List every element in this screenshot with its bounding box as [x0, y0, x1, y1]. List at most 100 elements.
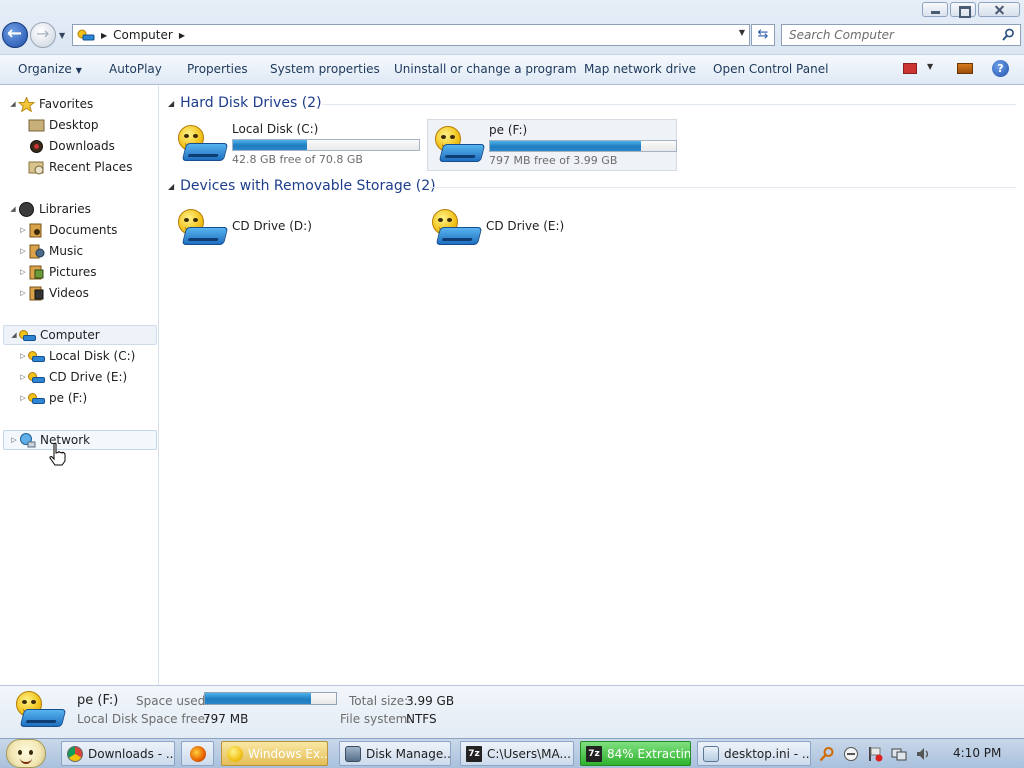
videos-icon	[28, 286, 45, 301]
refresh-button[interactable]: ⇆	[751, 24, 775, 46]
open-control-panel-button[interactable]: Open Control Panel	[713, 62, 828, 76]
sidebar-item-label: Computer	[40, 328, 100, 342]
group-header-removable-storage[interactable]: ◢ Devices with Removable Storage (2)	[168, 178, 436, 194]
organize-button[interactable]: Organize ▼	[18, 62, 82, 76]
drive-icon	[28, 349, 45, 364]
group-header-hard-disk-drives[interactable]: ◢ Hard Disk Drives (2)	[168, 95, 322, 111]
taskbar-item-7zip-extracting[interactable]: 7z 84% Extractin...	[580, 741, 691, 766]
group-divider	[430, 187, 1016, 188]
sidebar-item-downloads[interactable]: Downloads	[18, 136, 115, 156]
expand-arrow-icon[interactable]: ▷	[18, 226, 28, 234]
organize-label: Organize	[18, 62, 72, 76]
sidebar-item-label: Local Disk (C:)	[49, 349, 136, 363]
collapse-arrow-icon[interactable]: ◢	[8, 205, 18, 213]
autoplay-button[interactable]: AutoPlay	[109, 62, 162, 76]
drive-icon	[433, 126, 486, 168]
sidebar-item-desktop[interactable]: Desktop	[18, 115, 99, 135]
sidebar-item-favorites[interactable]: ◢ Favorites	[8, 94, 93, 114]
search-icon[interactable]	[1002, 28, 1015, 41]
taskbar-item-windows-explorer[interactable]: Windows Ex...	[221, 741, 328, 766]
volume-icon[interactable]	[915, 746, 931, 762]
sidebar-item-documents[interactable]: ▷ Documents	[18, 220, 117, 240]
close-button[interactable]	[978, 2, 1020, 17]
sidebar-item-videos[interactable]: ▷ Videos	[18, 283, 89, 303]
forward-button[interactable]	[30, 22, 56, 48]
sidebar-item-computer[interactable]: ◢ Computer	[3, 325, 157, 345]
sidebar-item-local-disk-c[interactable]: ▷ Local Disk (C:)	[18, 346, 135, 366]
recent-pages-dropdown[interactable]: ▼	[59, 31, 65, 40]
hand-cursor-icon	[49, 443, 66, 466]
drive-tile-cd-drive-d[interactable]: CD Drive (D:)	[171, 203, 421, 255]
back-button[interactable]	[2, 22, 28, 48]
sidebar-item-cd-drive-e[interactable]: ▷ CD Drive (E:)	[18, 367, 127, 387]
taskbar-item-7zip-folder[interactable]: 7z C:\Users\MA...	[460, 741, 574, 766]
help-icon[interactable]: ?	[992, 60, 1009, 77]
minimize-button[interactable]	[922, 2, 948, 17]
taskbar-item-desktop-ini[interactable]: desktop.ini - ...	[697, 741, 811, 766]
start-button[interactable]	[6, 739, 46, 768]
collapse-arrow-icon[interactable]: ◢	[8, 100, 18, 108]
taskbar-item-firefox[interactable]	[181, 741, 214, 766]
properties-button[interactable]: Properties	[187, 62, 248, 76]
notepad-icon	[703, 745, 719, 762]
sidebar-item-label: Libraries	[39, 202, 91, 216]
taskbar-item-downloads[interactable]: Downloads - ...	[61, 741, 175, 766]
sidebar-item-label: pe (F:)	[49, 391, 88, 405]
collapse-arrow-icon[interactable]: ◢	[9, 331, 19, 339]
uninstall-program-button[interactable]: Uninstall or change a program	[394, 62, 577, 76]
breadcrumb-computer[interactable]: Computer	[113, 28, 173, 42]
expand-arrow-icon[interactable]: ▷	[18, 352, 28, 360]
drive-name: pe (F:)	[489, 123, 528, 137]
drive-tile-cd-drive-e[interactable]: CD Drive (E:)	[425, 203, 675, 255]
collapse-arrow-icon[interactable]: ◢	[168, 99, 174, 108]
address-bar[interactable]: ▶ Computer ▶ ▼	[72, 24, 750, 46]
sidebar-item-libraries[interactable]: ◢ Libraries	[8, 199, 91, 219]
space-used-label: Space used:	[136, 694, 210, 708]
expand-arrow-icon[interactable]: ▷	[18, 373, 28, 381]
breadcrumb-arrow-icon[interactable]: ▶	[101, 31, 107, 40]
sidebar-item-recent-places[interactable]: Recent Places	[18, 157, 132, 177]
search-input[interactable]	[782, 25, 992, 45]
change-view-icon[interactable]	[903, 63, 917, 74]
clock[interactable]: 4:10 PM	[953, 746, 1001, 760]
maximize-button[interactable]	[950, 2, 976, 18]
drive-icon	[28, 370, 45, 385]
drive-usage-bar	[489, 140, 677, 152]
search-tray-icon[interactable]	[819, 746, 835, 762]
expand-arrow-icon[interactable]: ▷	[18, 289, 28, 297]
chrome-icon	[67, 745, 83, 762]
expand-arrow-icon[interactable]: ▷	[18, 394, 28, 402]
drive-tile-pe-f[interactable]: pe (F:) 797 MB free of 3.99 GB	[427, 119, 677, 171]
taskbar-item-label: desktop.ini - ...	[724, 746, 811, 761]
libraries-icon	[18, 201, 35, 217]
taskbar-item-label: Disk Manage...	[366, 746, 451, 761]
network-tray-icon[interactable]	[891, 746, 907, 762]
taskbar-item-disk-management[interactable]: Disk Manage...	[339, 741, 451, 766]
preview-pane-icon[interactable]	[957, 63, 973, 74]
drive-tile-local-disk-c[interactable]: Local Disk (C:) 42.8 GB free of 70.8 GB	[171, 119, 421, 171]
group-divider	[322, 104, 1016, 105]
sidebar-item-label: Music	[49, 244, 84, 258]
desktop-icon	[28, 118, 45, 133]
sidebar-item-pe-f[interactable]: ▷ pe (F:)	[18, 388, 87, 408]
sidebar-item-pictures[interactable]: ▷ Pictures	[18, 262, 97, 282]
expand-arrow-icon[interactable]: ▷	[9, 436, 19, 444]
details-usage-fill	[205, 693, 312, 704]
expand-arrow-icon[interactable]: ▷	[18, 268, 28, 276]
breadcrumb-arrow-icon[interactable]: ▶	[179, 31, 185, 40]
view-dropdown-icon[interactable]: ▼	[927, 62, 933, 71]
collapse-arrow-icon[interactable]: ◢	[168, 182, 174, 191]
address-dropdown-icon[interactable]: ▼	[739, 28, 745, 37]
sidebar-item-network[interactable]: ▷ Network	[3, 430, 157, 450]
action-center-icon[interactable]	[843, 746, 859, 762]
map-network-drive-button[interactable]: Map network drive	[584, 62, 696, 76]
taskbar-item-label: 84% Extractin...	[607, 746, 691, 761]
flag-warning-icon[interactable]	[867, 746, 883, 762]
expand-arrow-icon[interactable]: ▷	[18, 247, 28, 255]
drive-icon	[176, 209, 229, 251]
system-properties-button[interactable]: System properties	[270, 62, 380, 76]
drive-icon	[176, 125, 229, 167]
disk-management-icon	[345, 745, 361, 762]
search-box[interactable]	[781, 24, 1021, 46]
sidebar-item-music[interactable]: ▷ Music	[18, 241, 83, 261]
